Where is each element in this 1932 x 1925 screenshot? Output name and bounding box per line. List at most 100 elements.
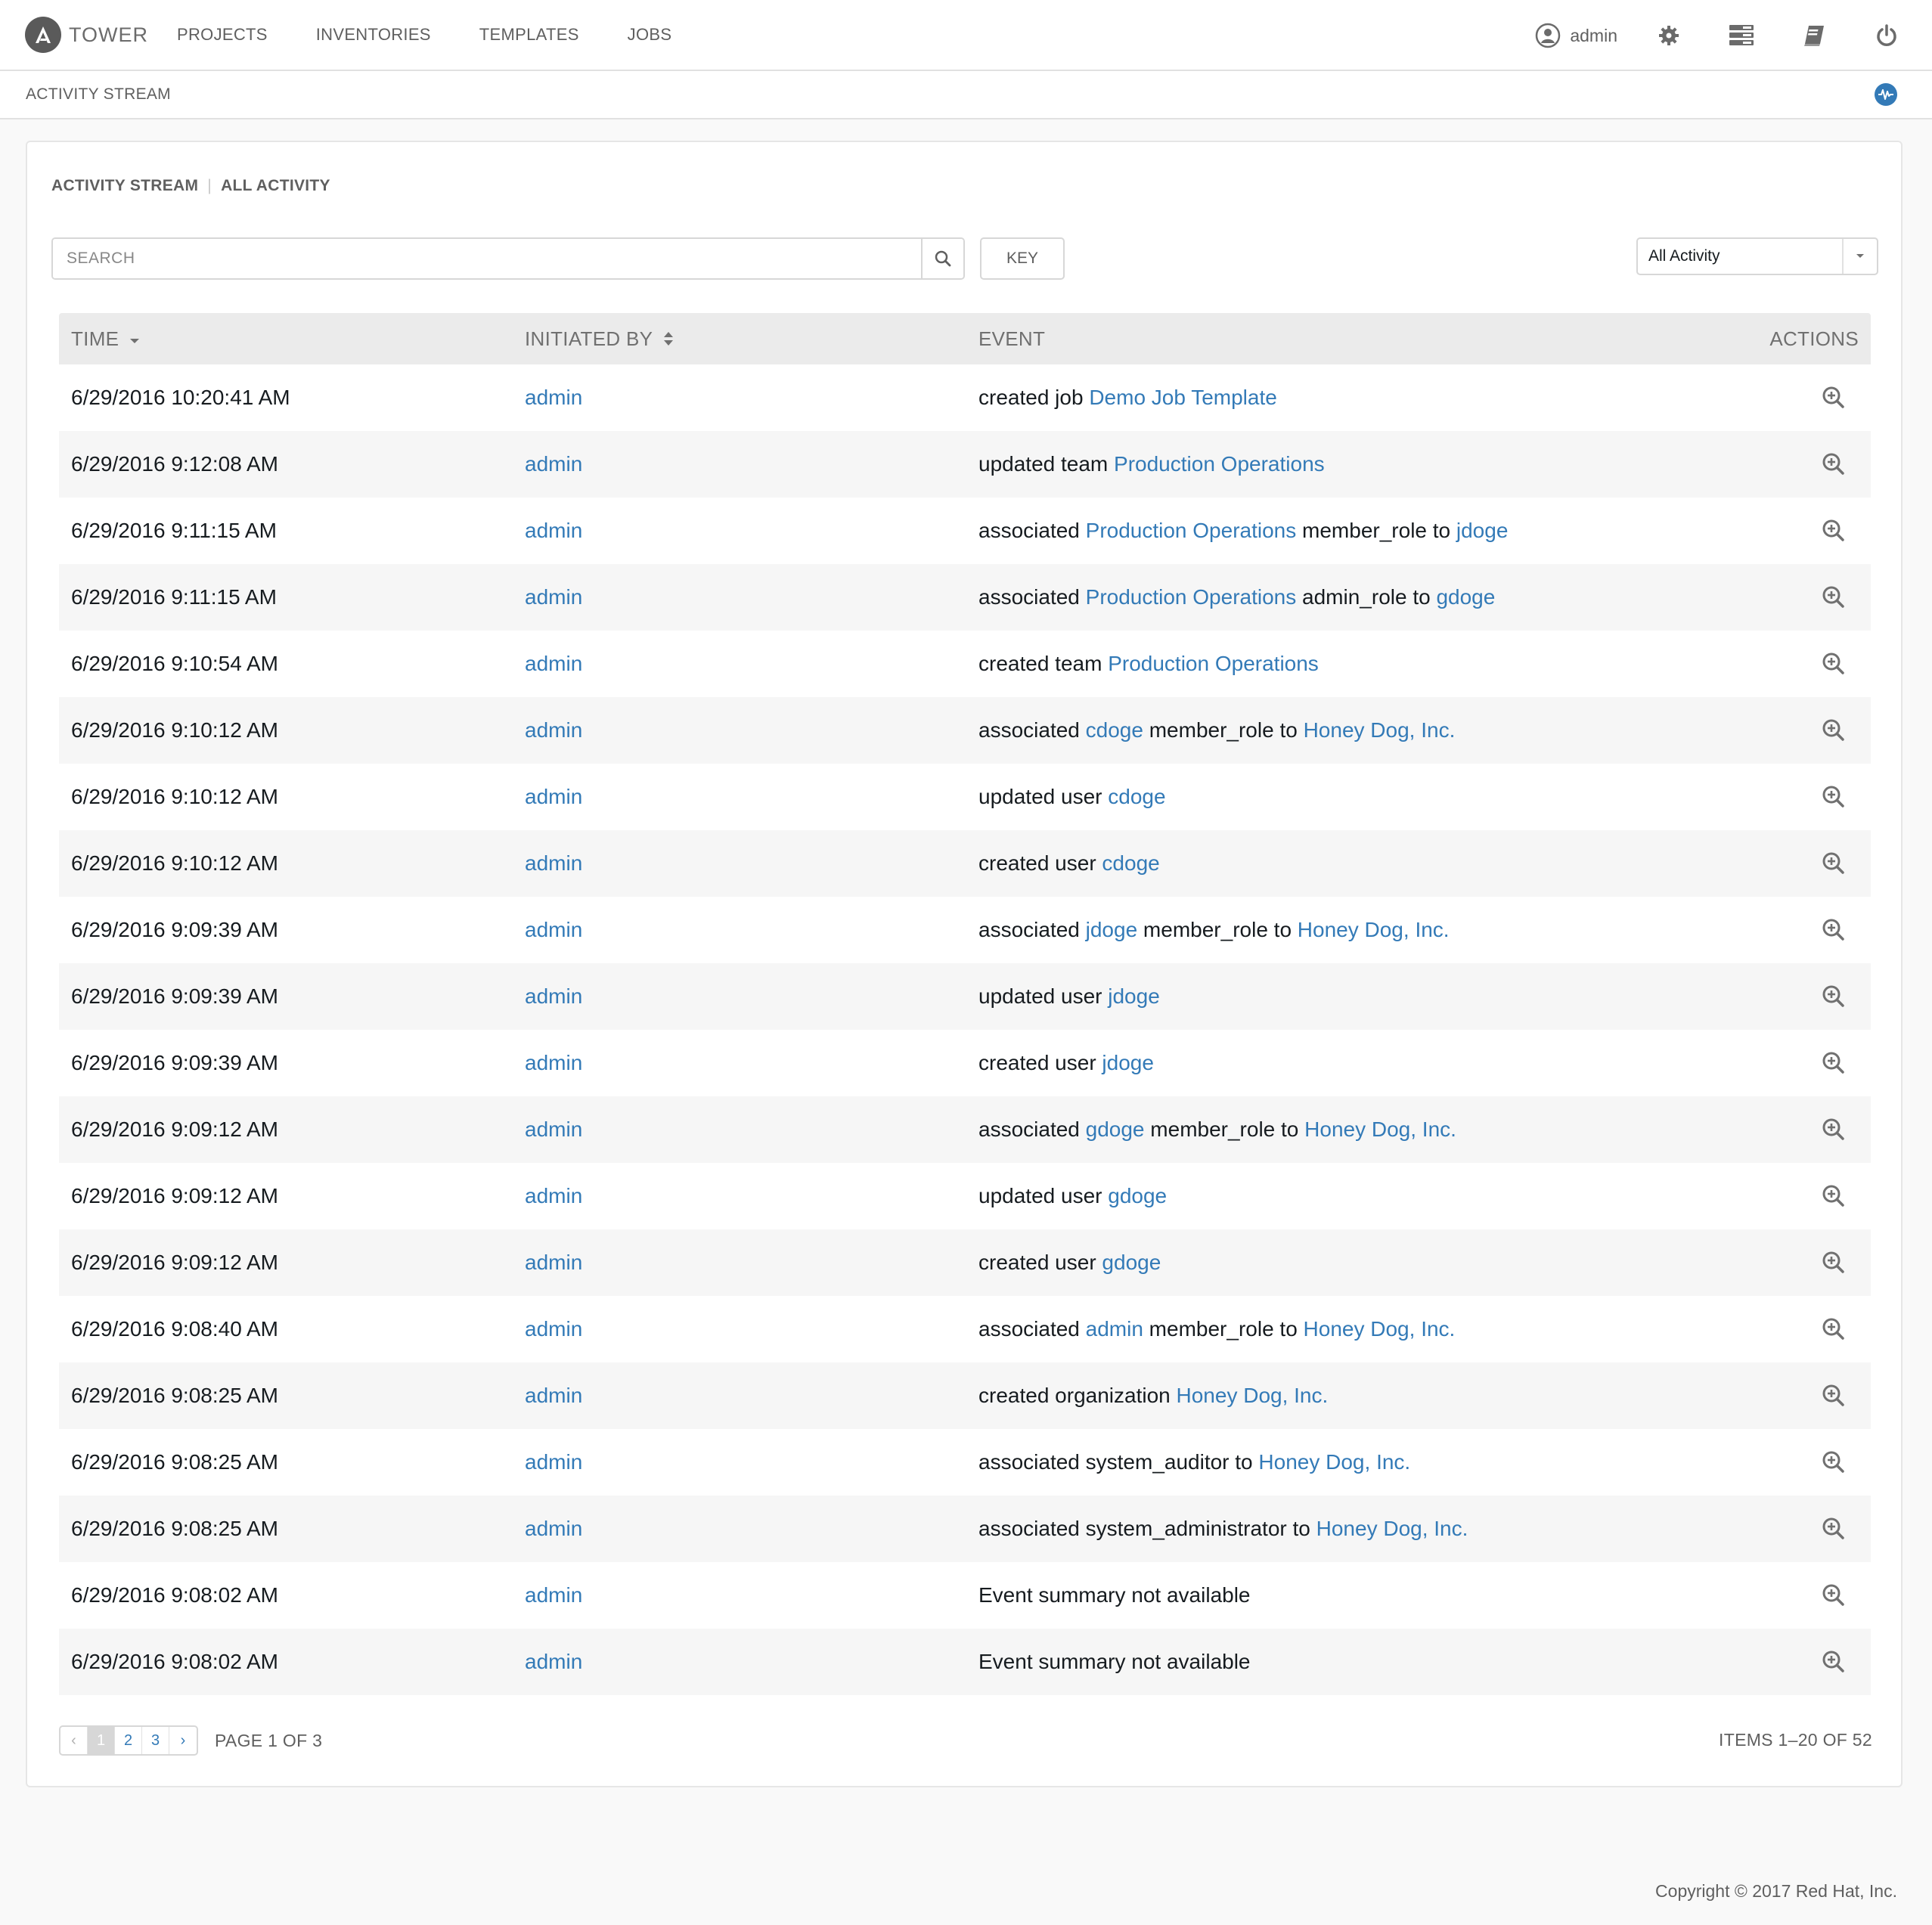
activity-filter-select[interactable]: All Activity	[1636, 237, 1878, 275]
table-row: 6/29/2016 9:10:12 AM admin created user cd…	[59, 830, 1871, 897]
search-button[interactable]	[921, 239, 963, 278]
logout-button[interactable]	[1873, 22, 1900, 49]
header-initiated-by[interactable]: INITIATED BY	[513, 327, 966, 351]
user-link[interactable]: admin	[525, 652, 582, 676]
event-link[interactable]: Production Operations	[1108, 652, 1319, 676]
cell-actions	[1720, 1049, 1871, 1077]
event-link[interactable]: Honey Dog, Inc.	[1304, 1317, 1456, 1341]
event-link[interactable]: admin	[1086, 1317, 1143, 1341]
zoom-in-icon[interactable]	[1819, 583, 1848, 612]
user-link[interactable]: admin	[525, 1650, 582, 1674]
activity-stream-button[interactable]	[1875, 83, 1897, 106]
event-link[interactable]: jdoge	[1108, 984, 1160, 1009]
user-link[interactable]: admin	[525, 1450, 582, 1474]
event-link[interactable]: gdoge	[1436, 585, 1495, 609]
event-link[interactable]: Honey Dog, Inc.	[1258, 1450, 1410, 1474]
zoom-in-icon[interactable]	[1819, 1448, 1848, 1477]
user-link[interactable]: admin	[525, 851, 582, 876]
event-link[interactable]: Honey Dog, Inc.	[1304, 718, 1456, 742]
user-link[interactable]: admin	[525, 1517, 582, 1541]
event-link[interactable]: Honey Dog, Inc.	[1316, 1517, 1468, 1541]
zoom-in-icon[interactable]	[1819, 1381, 1848, 1410]
user-link[interactable]: admin	[525, 1251, 582, 1275]
zoom-in-icon[interactable]	[1819, 783, 1848, 811]
nav-templates[interactable]: TEMPLATES	[479, 25, 579, 45]
zoom-in-icon[interactable]	[1819, 1115, 1848, 1144]
title-separator: |	[207, 177, 212, 194]
zoom-in-icon[interactable]	[1819, 1648, 1848, 1676]
user-link[interactable]: admin	[525, 519, 582, 543]
zoom-in-icon[interactable]	[1819, 1514, 1848, 1543]
cell-actions	[1720, 516, 1871, 545]
event-link[interactable]: Honey Dog, Inc.	[1304, 1117, 1456, 1142]
zoom-in-icon[interactable]	[1819, 1049, 1848, 1077]
nav-jobs[interactable]: JOBS	[628, 25, 672, 45]
page-1-button[interactable]: 1	[88, 1727, 115, 1754]
nav-projects[interactable]: PROJECTS	[177, 25, 268, 45]
nav-inventories[interactable]: INVENTORIES	[316, 25, 431, 45]
event-link[interactable]: gdoge	[1108, 1184, 1167, 1208]
page-2-button[interactable]: 2	[115, 1727, 142, 1754]
user-link[interactable]: admin	[525, 386, 582, 410]
zoom-in-icon[interactable]	[1819, 1182, 1848, 1210]
header-time[interactable]: TIME	[59, 327, 513, 351]
user-link[interactable]: admin	[525, 452, 582, 476]
cell-initiated-by: admin	[513, 1583, 966, 1607]
event-link[interactable]: cdoge	[1102, 851, 1159, 876]
prev-page-button[interactable]: ‹	[60, 1727, 88, 1754]
event-link[interactable]: jdoge	[1102, 1051, 1154, 1075]
event-link[interactable]: Demo Job Template	[1089, 386, 1277, 410]
zoom-in-icon[interactable]	[1819, 1248, 1848, 1277]
search-input[interactable]	[53, 239, 921, 278]
zoom-in-icon[interactable]	[1819, 516, 1848, 545]
table-row: 6/29/2016 9:08:40 AM admin associated admi…	[59, 1296, 1871, 1362]
event-link[interactable]: Production Operations	[1086, 585, 1297, 609]
zoom-in-icon[interactable]	[1819, 450, 1848, 479]
user-link[interactable]: admin	[525, 585, 582, 609]
cell-initiated-by: admin	[513, 386, 966, 410]
cell-event: associated gdoge member_role to Honey Do…	[966, 1117, 1720, 1142]
settings-button[interactable]	[1655, 22, 1682, 49]
zoom-in-icon[interactable]	[1819, 916, 1848, 944]
user-link[interactable]: admin	[525, 1384, 582, 1408]
event-link[interactable]: cdoge	[1108, 785, 1165, 809]
event-link[interactable]: jdoge	[1086, 918, 1138, 942]
user-link[interactable]: admin	[525, 984, 582, 1009]
cell-initiated-by: admin	[513, 452, 966, 476]
key-button[interactable]: KEY	[980, 237, 1065, 280]
event-link[interactable]: Honey Dog, Inc.	[1177, 1384, 1329, 1408]
zoom-in-icon[interactable]	[1819, 849, 1848, 878]
event-link[interactable]: Honey Dog, Inc.	[1298, 918, 1450, 942]
zoom-in-icon[interactable]	[1819, 649, 1848, 678]
zoom-in-icon[interactable]	[1819, 1581, 1848, 1610]
user-link[interactable]: admin	[525, 1117, 582, 1142]
user-link[interactable]: admin	[525, 1317, 582, 1341]
brand[interactable]: TOWER	[25, 17, 148, 53]
zoom-in-icon[interactable]	[1819, 716, 1848, 745]
cell-event: created user gdoge	[966, 1251, 1720, 1275]
zoom-in-icon[interactable]	[1819, 383, 1848, 412]
event-text: associated system_administrator to	[978, 1517, 1316, 1540]
next-page-button[interactable]: ›	[169, 1727, 197, 1754]
user-link[interactable]: admin	[525, 1583, 582, 1607]
event-link[interactable]: Production Operations	[1086, 519, 1297, 543]
zoom-in-icon[interactable]	[1819, 1315, 1848, 1344]
brand-name: TOWER	[69, 23, 148, 46]
user-link[interactable]: admin	[525, 1184, 582, 1208]
user-link[interactable]: admin	[525, 718, 582, 742]
event-link[interactable]: jdoge	[1456, 519, 1509, 543]
user-link[interactable]: admin	[525, 1051, 582, 1075]
system-button[interactable]	[1728, 22, 1755, 49]
event-link[interactable]: gdoge	[1102, 1251, 1161, 1275]
event-link[interactable]: gdoge	[1086, 1117, 1145, 1142]
docs-button[interactable]	[1800, 22, 1828, 49]
zoom-in-icon[interactable]	[1819, 982, 1848, 1011]
user-menu[interactable]: admin	[1535, 23, 1617, 48]
cell-actions	[1720, 916, 1871, 944]
power-icon	[1877, 24, 1896, 46]
user-link[interactable]: admin	[525, 785, 582, 809]
user-link[interactable]: admin	[525, 918, 582, 942]
page-3-button[interactable]: 3	[142, 1727, 169, 1754]
event-link[interactable]: Production Operations	[1114, 452, 1325, 476]
event-link[interactable]: cdoge	[1086, 718, 1143, 742]
